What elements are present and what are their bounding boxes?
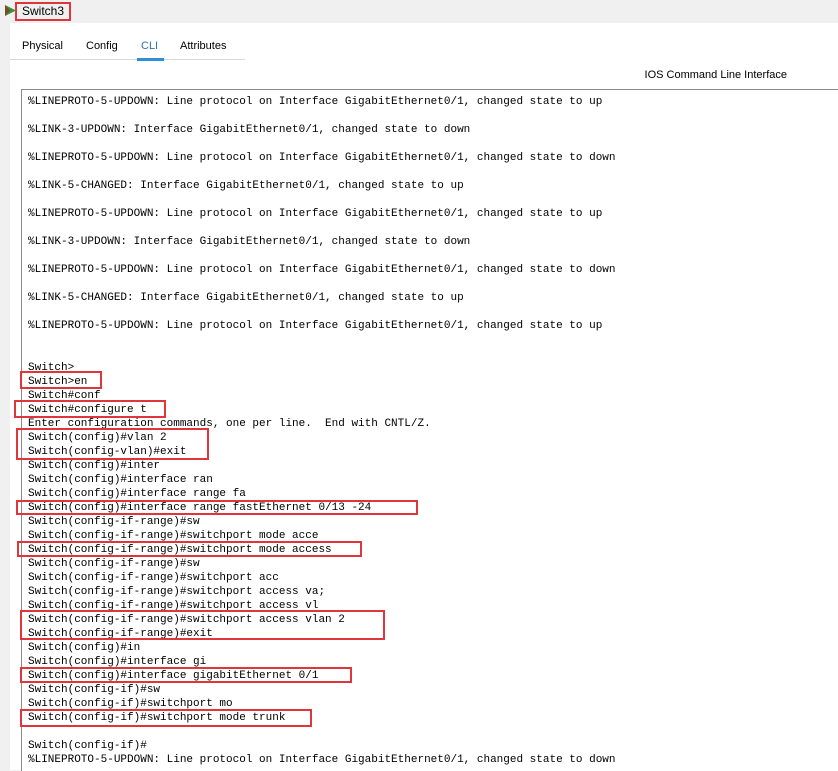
cli-line: Switch(config-if-range)#switchport acc [28,572,279,584]
tab-cli-label: CLI [141,40,159,52]
cli-line: Switch(config)#interface gi [28,656,207,668]
cli-line [28,137,616,151]
cli-line: Switch(config-if-range)#sw [28,558,200,570]
tab-config[interactable]: Config [86,35,118,58]
cli-line: Switch(config-if-range)#exit [28,628,213,640]
cli-line: Switch(config-if)#switchport mode trunk [28,712,286,724]
tab-active-indicator [137,58,165,61]
cli-line [28,333,616,347]
cli-output: %LINEPROTO-5-UPDOWN: Line protocol on In… [28,95,616,767]
cli-header: IOS Command Line Interface [644,69,787,81]
cli-line [28,109,616,123]
tab-cli[interactable]: CLI [137,35,165,61]
cli-line: Switch(config-if-range)#switchport mode … [28,544,332,556]
cli-line: Switch(config-if)#switchport mo [28,698,233,710]
cli-line: Enter configuration commands, one per li… [28,418,431,430]
cli-line: Switch(config-if-range)#switchport acces… [28,600,319,612]
cli-line: %LINEPROTO-5-UPDOWN: Line protocol on In… [28,96,603,108]
cli-line [28,221,616,235]
cli-line: %LINEPROTO-5-UPDOWN: Line protocol on In… [28,208,603,220]
tab-attributes[interactable]: Attributes [180,35,226,58]
cli-line: Switch> [28,362,75,374]
cli-line: %LINEPROTO-5-UPDOWN: Line protocol on In… [28,754,616,766]
cli-line: %LINK-3-UPDOWN: Interface GigabitEtherne… [28,124,471,136]
tab-bar: Physical Config CLI Attributes [10,35,245,61]
cli-line: Switch(config-vlan)#exit [28,446,187,458]
cli-line: Switch(config)#in [28,642,141,654]
cli-line: Switch>en [28,376,88,388]
cli-line [28,725,616,739]
cli-line: %LINK-5-CHANGED: Interface GigabitEthern… [28,292,464,304]
cli-line [28,193,616,207]
cli-line: Switch(config-if-range)#sw [28,516,200,528]
cli-line: Switch(config-if-range)#switchport acces… [28,614,345,626]
cli-line: Switch(config)#interface ran [28,474,213,486]
cli-line: %LINK-3-UPDOWN: Interface GigabitEtherne… [28,236,471,248]
cli-terminal[interactable]: %LINEPROTO-5-UPDOWN: Line protocol on In… [21,89,838,771]
cli-line: Switch(config)#interface gigabitEthernet… [28,670,319,682]
cli-line: Switch(config)#interface range fa [28,488,246,500]
cli-line: Switch(config-if)# [28,740,147,752]
cli-line: Switch(config-if)#sw [28,684,161,696]
cli-line: %LINEPROTO-5-UPDOWN: Line protocol on In… [28,320,603,332]
cli-line: Switch#configure t [28,404,147,416]
cli-line [28,165,616,179]
cli-line [28,277,616,291]
cli-line [28,305,616,319]
cli-line [28,249,616,263]
cli-line [28,347,616,361]
cli-line: Switch(config)#inter [28,460,161,472]
cli-line: Switch(config-if-range)#switchport mode … [28,530,319,542]
cli-line: Switch(config)#vlan 2 [28,432,167,444]
cli-line: Switch#conf [28,390,101,402]
cli-line: %LINEPROTO-5-UPDOWN: Line protocol on In… [28,152,616,164]
tab-physical[interactable]: Physical [22,35,63,58]
cli-line: %LINK-5-CHANGED: Interface GigabitEthern… [28,180,464,192]
window-title: Switch3 [15,2,71,21]
cli-line: %LINEPROTO-5-UPDOWN: Line protocol on In… [28,264,616,276]
cli-line: Switch(config-if-range)#switchport acces… [28,586,326,598]
cli-line: Switch(config)#interface range fastEther… [28,502,372,514]
